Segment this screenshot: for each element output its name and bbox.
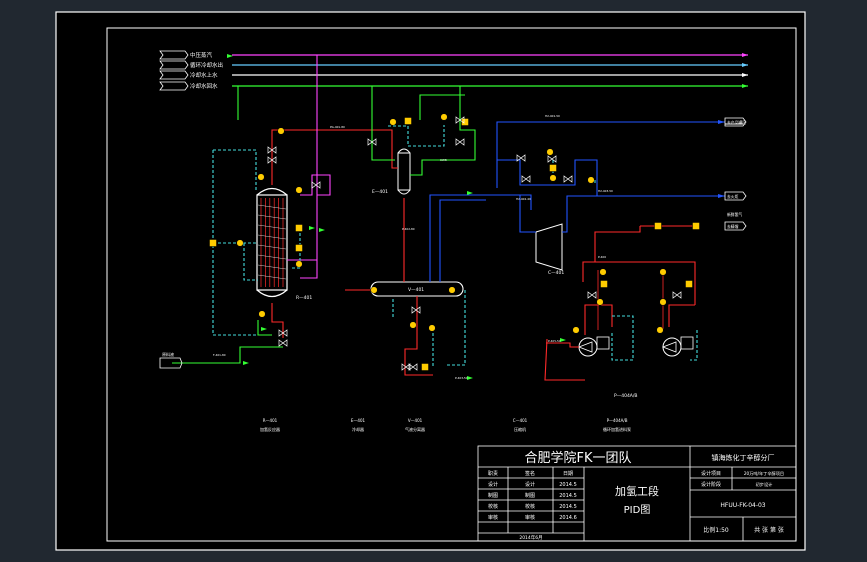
instrument-bubble	[440, 113, 448, 121]
company-name: 镇海炼化丁辛醇分厂	[712, 453, 775, 462]
caption-tag: C—401	[513, 418, 528, 423]
equipment-tag: V—401	[408, 287, 424, 293]
stream-tag: 去火炬	[727, 194, 739, 199]
pid-drawing: 中压蒸汽循环冷却水出冷却水上水冷却水回水 R—401 E—401 V—401 C—401…	[55, 11, 806, 551]
instrument-bubble	[546, 148, 554, 156]
utility-line-label: 中压蒸汽	[190, 51, 213, 59]
line-number: P-406	[598, 255, 606, 259]
line-number: CWR	[440, 158, 447, 162]
caption-name: 加氢反应器	[260, 426, 280, 432]
equipment-tag: R—401	[296, 295, 312, 301]
instrument-bubble	[549, 174, 557, 182]
controller-box	[654, 222, 662, 230]
stream-tag: 新鲜氢气	[727, 212, 742, 217]
title-row-role: 审核	[488, 514, 498, 521]
controller-box	[685, 280, 693, 288]
title-row-name: 校核	[525, 503, 535, 510]
title-row-role: 制图	[488, 492, 498, 499]
instrument-bubble	[599, 268, 607, 276]
line-number: F-401-80	[213, 353, 226, 357]
instrument-bubble	[295, 260, 303, 268]
controller-box	[209, 239, 217, 247]
utility-line-label: 冷却水上水	[190, 71, 218, 79]
caption-tag: E—401	[351, 418, 366, 423]
controller-box	[421, 363, 429, 371]
caption-tag: V—401	[408, 418, 423, 423]
title-row-date: 日期	[563, 471, 573, 477]
instrument-bubble	[236, 239, 244, 247]
line-number: H2-402-40	[516, 197, 531, 201]
scale-label: 比例1:50	[703, 526, 729, 534]
caption-tag: R—401	[263, 418, 278, 423]
sheet-count: 共 张 第 张	[754, 526, 784, 534]
line-number: P-402-80	[402, 227, 415, 231]
controller-box	[692, 222, 700, 230]
title-row-date: 2014.5	[559, 482, 577, 488]
equipment-tag: P—404A/B	[614, 393, 637, 399]
project-info-value: 20万吨/年丁辛醇项目	[744, 470, 784, 477]
instrument-bubble	[428, 324, 436, 332]
caption-name: 气液分离器	[405, 426, 425, 432]
utility-line-label: 循环冷却水出	[190, 61, 223, 69]
stream-tag: 原料液	[162, 351, 174, 357]
title-row-name: 签名	[525, 470, 535, 477]
instrument-bubble	[258, 310, 266, 318]
controller-box	[404, 117, 412, 125]
utility-line-label: 冷却水回水	[190, 82, 218, 90]
section-name: 加氢工段	[615, 484, 659, 498]
title-row-role: 设计	[488, 481, 498, 488]
date-note: 2014年6月	[519, 534, 542, 541]
line-number: H2-403-50	[598, 189, 613, 193]
team-name: 合肥学院FK一团队	[524, 450, 631, 466]
title-row-role: 职责	[488, 470, 498, 477]
title-row-date: 2014.5	[559, 504, 577, 510]
line-number: P-405-50	[548, 339, 561, 343]
caption-name: 压缩机	[514, 426, 526, 432]
caption-name: 循环加氢进料泵	[603, 426, 631, 432]
line-number: H2-401-50	[545, 114, 560, 118]
title-row-name: 设计	[525, 481, 535, 488]
caption-name: 冷却器	[352, 426, 364, 432]
instrument-bubble	[659, 298, 667, 306]
project-info-key: 设计阶段	[701, 481, 721, 488]
line-number: PG-401-80	[330, 125, 345, 129]
instrument-bubble	[370, 286, 378, 294]
project-info-value: 初步设计	[756, 481, 773, 488]
instrument-bubble	[596, 298, 604, 306]
title-row-date: 2014.5	[559, 493, 577, 499]
instrument-bubble	[257, 173, 265, 181]
line-number: P-403-50	[455, 376, 468, 380]
instrument-bubble	[448, 286, 456, 294]
caption-tag: P—404A/B	[607, 418, 628, 423]
controller-box	[295, 224, 303, 232]
instrument-bubble	[277, 127, 285, 135]
controller-box	[600, 280, 608, 288]
stream-tag: 去精馏	[727, 224, 739, 229]
drawing-number: HFUU-FK-04-03	[720, 502, 765, 509]
instrument-bubble	[389, 118, 397, 126]
title-row-name: 制图	[525, 492, 535, 499]
title-row-role: 校核	[488, 503, 498, 510]
instrument-bubble	[409, 321, 417, 329]
title-row-name: 审核	[525, 514, 535, 521]
title-row-date: 2014.6	[559, 515, 577, 521]
controller-box	[549, 164, 557, 172]
instrument-bubble	[295, 186, 303, 194]
project-info-key: 设计项目	[701, 470, 721, 477]
equipment-tag: C—401	[548, 270, 564, 276]
instrument-bubble	[572, 326, 580, 334]
instrument-bubble	[656, 326, 664, 334]
instrument-bubble	[659, 268, 667, 276]
instrument-bubble	[587, 176, 595, 184]
cad-viewport: 中压蒸汽循环冷却水出 冷却水上水冷却水回水 R—401 E—401 V—401 C—401…	[0, 0, 867, 562]
equipment-tag: E—401	[372, 189, 388, 195]
controller-box	[295, 244, 303, 252]
drawing-type: PID图	[624, 504, 651, 516]
